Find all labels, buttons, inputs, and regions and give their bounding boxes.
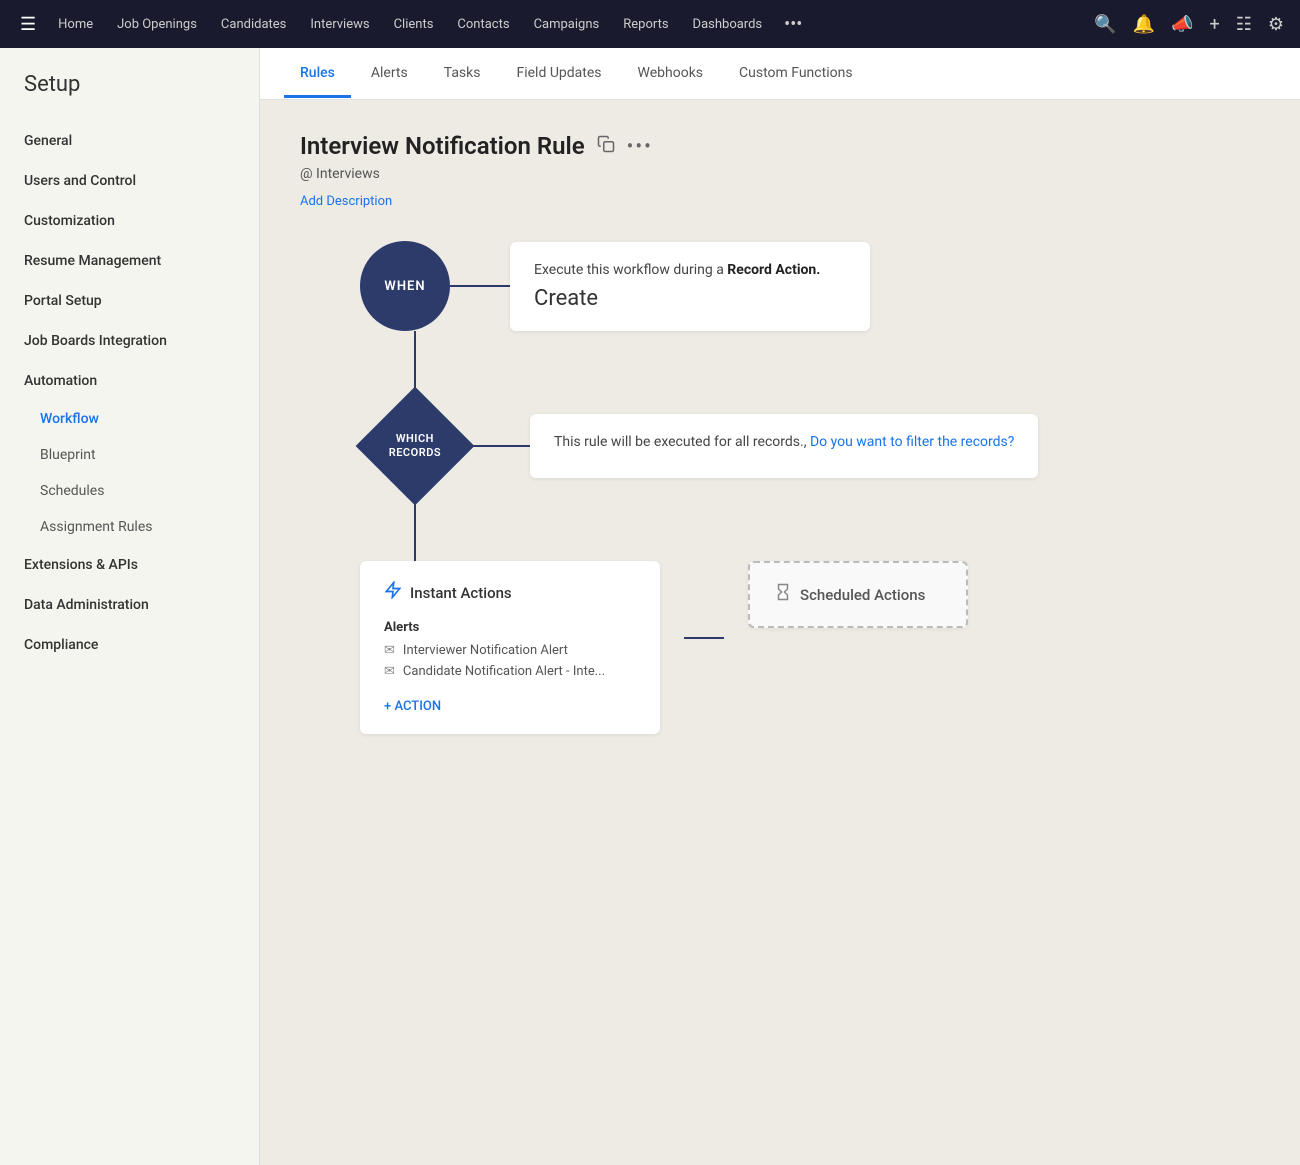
which-records-label: WHICH RECORDS: [389, 432, 441, 461]
nav-job-openings[interactable]: Job Openings: [107, 11, 207, 38]
scheduled-actions-card[interactable]: Scheduled Actions: [748, 561, 968, 628]
copy-icon[interactable]: [597, 135, 615, 157]
apps-icon[interactable]: ☷: [1232, 10, 1256, 39]
scheduled-actions-label: Scheduled Actions: [800, 586, 925, 604]
content-area: Rules Alerts Tasks Field Updates Webhook…: [260, 48, 1300, 1165]
email-icon-0: ✉: [384, 643, 395, 658]
sidebar-item-data-admin[interactable]: Data Administration: [0, 585, 259, 625]
sidebar-item-assignment-rules[interactable]: Assignment Rules: [0, 509, 259, 545]
diamond-wrapper: WHICH RECORDS: [360, 391, 470, 501]
sidebar-item-users-control[interactable]: Users and Control: [0, 161, 259, 201]
sidebar-item-general[interactable]: General: [0, 121, 259, 161]
alerts-icon[interactable]: 📣: [1167, 10, 1197, 39]
nav-interviews[interactable]: Interviews: [300, 11, 379, 38]
which-card[interactable]: This rule will be executed for all recor…: [530, 414, 1038, 478]
instant-actions-header: Instant Actions: [384, 581, 636, 604]
alert-label-0: Interviewer Notification Alert: [403, 643, 568, 658]
which-records-row: WHICH RECORDS This rule will be executed…: [360, 391, 1038, 501]
nav-dashboards[interactable]: Dashboards: [683, 11, 773, 38]
alert-item-0: ✉ Interviewer Notification Alert: [384, 643, 636, 658]
sidebar-item-schedules[interactable]: Schedules: [0, 473, 259, 509]
email-icon-1: ✉: [384, 664, 395, 679]
add-action-button[interactable]: + ACTION: [384, 699, 441, 714]
nav-clients[interactable]: Clients: [384, 11, 444, 38]
when-card-text: Execute this workflow during a Record Ac…: [534, 262, 846, 278]
v-connector-1: [360, 331, 470, 391]
more-nav-icon[interactable]: •••: [776, 10, 810, 39]
which-records-node[interactable]: WHICH RECORDS: [356, 387, 475, 506]
nav-campaigns[interactable]: Campaigns: [524, 11, 610, 38]
tab-custom-functions[interactable]: Custom Functions: [723, 51, 869, 98]
alert-item-1: ✉ Candidate Notification Alert - Inte...: [384, 664, 636, 679]
nav-candidates[interactable]: Candidates: [211, 11, 296, 38]
rule-subtitle: @ Interviews: [300, 166, 1260, 182]
which-h-connector: [470, 445, 530, 447]
rule-title: Interview Notification Rule: [300, 132, 585, 160]
settings-icon[interactable]: ⚙: [1264, 10, 1288, 39]
sidebar-item-compliance[interactable]: Compliance: [0, 625, 259, 665]
add-description-link[interactable]: Add Description: [300, 194, 392, 209]
alert-label-1: Candidate Notification Alert - Inte...: [403, 664, 605, 679]
sidebar-title: Setup: [0, 72, 259, 121]
when-h-connector: [450, 285, 510, 287]
tab-rules[interactable]: Rules: [284, 51, 351, 98]
filter-records-link[interactable]: Do you want to filter the records?: [810, 434, 1014, 450]
when-node-col: WHEN: [360, 241, 450, 331]
actions-h-connector: [684, 637, 724, 639]
top-navigation: ☰ Home Job Openings Candidates Interview…: [0, 0, 1300, 48]
workflow-diagram: WHEN Execute this workflow during a Reco…: [300, 241, 1260, 734]
when-card[interactable]: Execute this workflow during a Record Ac…: [510, 242, 870, 331]
instant-actions-label: Instant Actions: [410, 584, 512, 602]
which-card-text: This rule will be executed for all recor…: [554, 434, 1014, 450]
tab-tasks[interactable]: Tasks: [428, 51, 497, 98]
topnav-icon-group: 🔍 🔔 📣 + ☷ ⚙: [1090, 10, 1288, 39]
add-icon[interactable]: +: [1206, 10, 1224, 39]
tab-webhooks[interactable]: Webhooks: [622, 51, 720, 98]
sidebar-item-workflow[interactable]: Workflow: [0, 401, 259, 437]
nav-contacts[interactable]: Contacts: [447, 11, 519, 38]
nav-reports[interactable]: Reports: [613, 11, 678, 38]
sidebar-item-job-boards[interactable]: Job Boards Integration: [0, 321, 259, 361]
main-layout: Setup General Users and Control Customiz…: [0, 48, 1300, 1165]
nav-home[interactable]: Home: [48, 11, 103, 38]
rule-title-row: Interview Notification Rule •••: [300, 132, 1260, 160]
notifications-icon[interactable]: 🔔: [1129, 10, 1159, 39]
sidebar-item-automation[interactable]: Automation: [0, 361, 259, 401]
tab-alerts[interactable]: Alerts: [355, 51, 424, 98]
sidebar-item-extensions[interactable]: Extensions & APIs: [0, 545, 259, 585]
scheduled-actions-header: Scheduled Actions: [774, 583, 942, 606]
tab-bar: Rules Alerts Tasks Field Updates Webhook…: [260, 48, 1300, 100]
sidebar-item-portal-setup[interactable]: Portal Setup: [0, 281, 259, 321]
sidebar: Setup General Users and Control Customiz…: [0, 48, 260, 1165]
when-node[interactable]: WHEN: [360, 241, 450, 331]
actions-row: Instant Actions Alerts ✉ Interviewer Not…: [360, 561, 968, 734]
instant-actions-card: Instant Actions Alerts ✉ Interviewer Not…: [360, 561, 660, 734]
tab-field-updates[interactable]: Field Updates: [500, 51, 617, 98]
hourglass-icon: [774, 583, 792, 606]
hamburger-icon[interactable]: ☰: [12, 10, 44, 39]
v-connector-2: [360, 501, 470, 561]
when-row: WHEN Execute this workflow during a Reco…: [360, 241, 870, 331]
page-content: Interview Notification Rule ••• @ Interv…: [260, 100, 1300, 1165]
sidebar-item-resume-management[interactable]: Resume Management: [0, 241, 259, 281]
search-icon[interactable]: 🔍: [1090, 10, 1120, 39]
sidebar-item-blueprint[interactable]: Blueprint: [0, 437, 259, 473]
more-options-icon[interactable]: •••: [627, 134, 653, 158]
instant-actions-icon: [384, 581, 402, 604]
when-card-value: Create: [534, 286, 846, 311]
sidebar-item-customization[interactable]: Customization: [0, 201, 259, 241]
alerts-section-label: Alerts: [384, 620, 636, 635]
rule-header: Interview Notification Rule ••• @ Interv…: [300, 132, 1260, 209]
